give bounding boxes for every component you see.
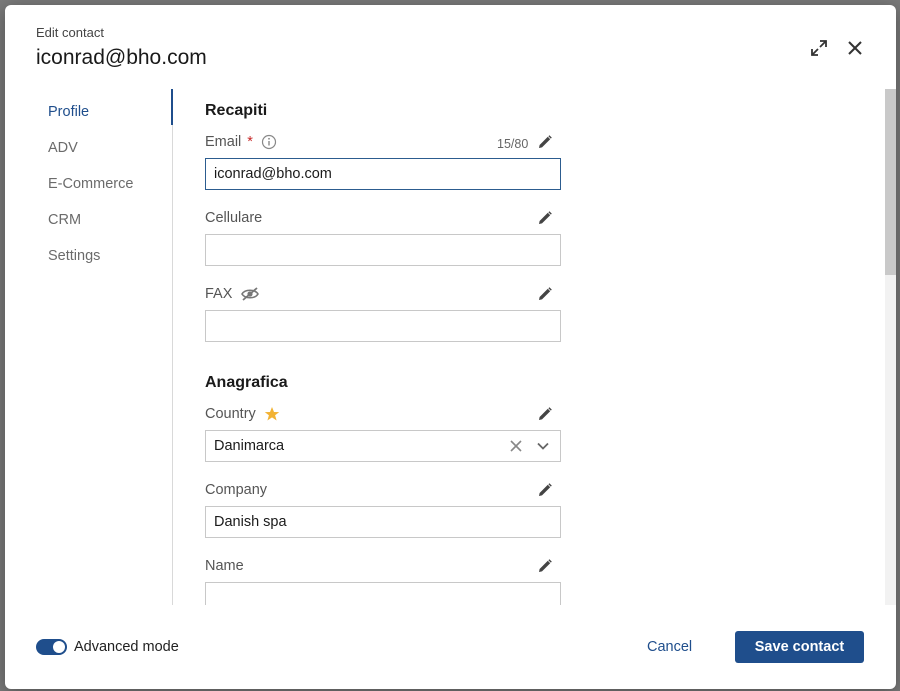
content-scrollbar[interactable] [885,89,896,605]
email-label: Email * [205,134,277,150]
name-input[interactable] [205,582,561,605]
country-select-actions [510,431,550,461]
name-label: Name [205,558,244,574]
country-label: Country [205,406,280,422]
email-label-text: Email [205,134,242,150]
scrollbar-thumb[interactable] [885,89,896,275]
required-marker: * [247,134,253,150]
cellulare-label: Cellulare [205,210,262,226]
email-char-counter: 15/80 [497,137,529,151]
sidebar-item-adv[interactable]: ADV [48,140,78,156]
fax-label: FAX [205,286,260,302]
clear-icon[interactable] [510,440,522,452]
cellulare-label-text: Cellulare [205,210,263,226]
expand-icon[interactable] [808,37,830,59]
info-icon[interactable] [261,134,277,150]
advanced-mode-toggle[interactable] [36,639,67,655]
country-label-text: Country [205,406,256,422]
company-label: Company [205,482,267,498]
company-label-text: Company [205,482,268,498]
dialog-header-actions [808,37,866,59]
dialog-footer: Advanced mode Cancel Save contact [5,605,896,689]
chevron-down-icon[interactable] [536,439,550,453]
cancel-button[interactable]: Cancel [647,639,692,655]
email-edit-pencil-icon[interactable] [537,134,553,150]
email-input[interactable]: iconrad@bho.com [205,158,561,190]
edit-contact-dialog: Edit contact iconrad@bho.com Profile ADV… [5,5,896,689]
name-label-text: Name [205,558,244,574]
fax-edit-pencil-icon[interactable] [537,286,553,302]
advanced-mode-label: Advanced mode [74,639,179,655]
country-edit-pencil-icon[interactable] [537,406,553,422]
country-select[interactable]: Danimarca [205,430,561,462]
sidebar-nav: Profile ADV E-Commerce CRM Settings [5,89,173,605]
cellulare-input[interactable] [205,234,561,266]
profile-form: Recapiti Email * 15/80 iconrad@bho.com C… [173,89,885,605]
close-icon[interactable] [844,37,866,59]
dialog-title: iconrad@bho.com [36,46,207,69]
name-edit-pencil-icon[interactable] [537,558,553,574]
company-edit-pencil-icon[interactable] [537,482,553,498]
fax-input[interactable] [205,310,561,342]
save-contact-button[interactable]: Save contact [735,631,864,663]
sidebar-item-profile[interactable]: Profile [48,104,89,120]
dialog-header: Edit contact iconrad@bho.com [36,25,207,70]
fax-label-text: FAX [205,286,233,302]
dialog-subtitle: Edit contact [36,25,104,40]
section-title-anagrafica: Anagrafica [205,374,288,391]
star-icon [264,406,280,422]
company-input[interactable]: Danish spa [205,506,561,538]
country-select-value: Danimarca [214,438,285,454]
sidebar-item-settings[interactable]: Settings [48,248,100,264]
cellulare-edit-pencil-icon[interactable] [537,210,553,226]
sidebar-item-ecommerce[interactable]: E-Commerce [48,176,133,192]
sidebar-item-crm[interactable]: CRM [48,212,81,228]
eye-off-icon [240,286,260,302]
toggle-knob [53,641,65,653]
section-title-recapiti: Recapiti [205,102,268,119]
